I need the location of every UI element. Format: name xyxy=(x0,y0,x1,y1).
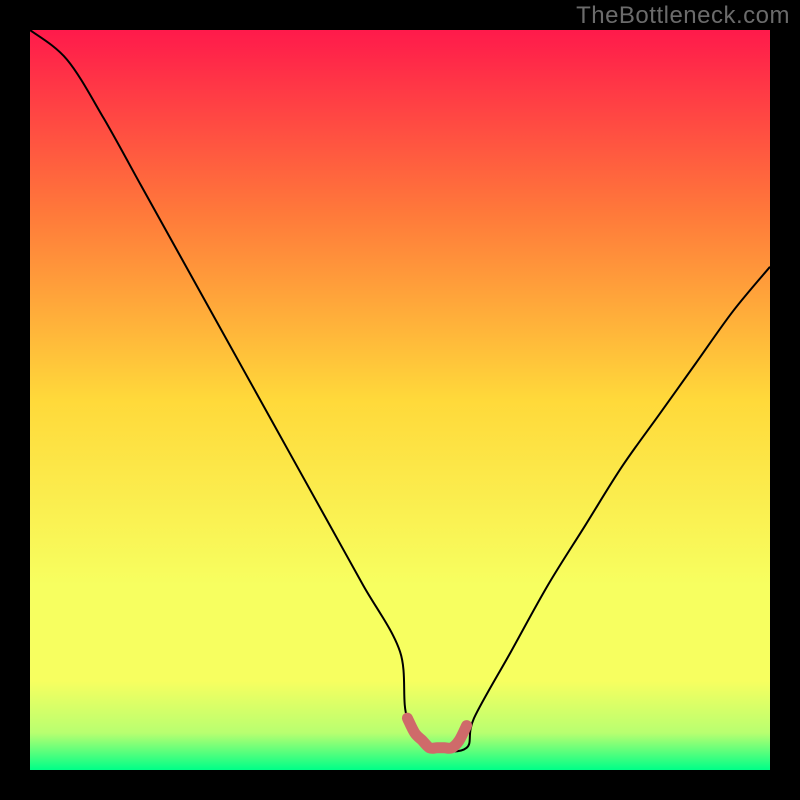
chart-frame: { "watermark": "TheBottleneck.com", "cha… xyxy=(0,0,800,800)
watermark-text: TheBottleneck.com xyxy=(576,2,790,30)
gradient-background xyxy=(30,30,770,770)
bottleneck-chart xyxy=(30,30,770,770)
